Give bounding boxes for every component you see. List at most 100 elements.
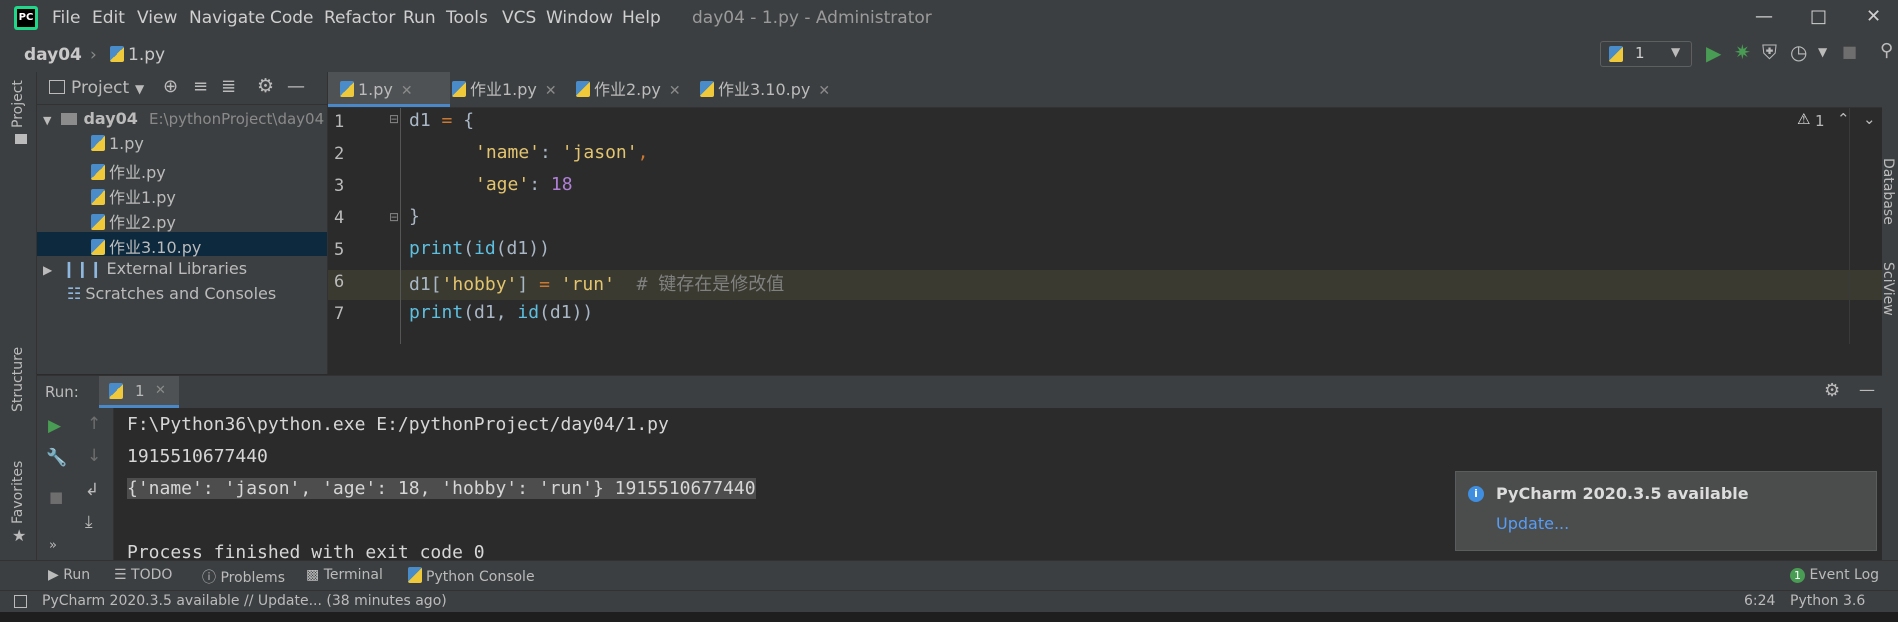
todo-tool-button[interactable]: ☰ TODO [114,567,172,583]
locate-target-icon[interactable]: ⊕ [163,76,178,97]
interpreter-indicator[interactable]: Python 3.6 [1790,593,1865,609]
tab-homework1-py[interactable]: 作业1.py ✕ [440,72,567,107]
code-token: : [540,142,562,163]
hide-panel-icon[interactable]: — [287,76,305,97]
tree-root-path: E:\pythonProject\day04 [149,110,325,128]
fold-icon[interactable]: ⊟ [389,210,399,224]
scroll-to-end-icon[interactable]: ⤓ [85,512,93,532]
profile-icon[interactable]: ◷ [1790,40,1807,64]
code-line-4: } [409,206,420,227]
update-link[interactable]: Update... [1496,514,1569,533]
line-number: 6 [334,272,345,292]
search-icon[interactable]: ⚲ [1880,40,1893,61]
menu-vcs[interactable]: VCS [502,8,536,28]
menu-file[interactable]: File [52,8,80,28]
tree-file-item[interactable]: 作业1.py [91,184,176,208]
gear-icon[interactable]: ⚙ [257,75,274,97]
close-icon[interactable]: ✕ [401,83,413,99]
close-icon[interactable]: ✕ [1866,6,1881,27]
stop-icon[interactable]: ■ [49,488,63,506]
menu-window[interactable]: Window [546,8,613,28]
menu-help[interactable]: Help [622,8,661,28]
code-token: } [409,206,420,227]
breadcrumb-project[interactable]: day04 [24,45,82,65]
breadcrumb-chevron-icon: › [90,45,97,65]
tree-file-item-selected[interactable]: 作业3.10.py [91,234,201,258]
gear-icon[interactable]: ⚙ [1824,380,1840,401]
expand-all-icon[interactable]: ≡ [193,76,208,97]
coverage-shield-icon[interactable]: ⛨ [1762,40,1777,64]
previous-highlight-icon[interactable]: ⌃ [1837,110,1850,128]
python-file-icon [576,81,590,97]
code-token: print [409,302,464,323]
soft-wrap-icon[interactable]: ↲ [85,480,99,500]
close-icon[interactable]: ✕ [818,83,830,99]
menu-navigate[interactable]: Navigate [189,8,265,28]
terminal-tool-button[interactable]: ▩ Terminal [306,567,383,583]
fold-icon[interactable]: ⊟ [389,112,399,126]
warning-icon[interactable]: ⚠ [1797,110,1810,128]
scratches-icon: ☷ [67,284,82,303]
minimize-icon[interactable]: — [1755,6,1773,27]
tree-file-item[interactable]: 1.py [91,134,144,153]
stop-icon[interactable]: ■ [1842,42,1857,61]
project-panel-header: Project ▼ ⊕ ≡ ≣ ⚙ — [37,72,327,105]
tree-file-item[interactable]: 作业2.py [91,209,176,233]
menu-code[interactable]: Code [270,8,314,28]
chevron-down-icon[interactable]: ▼ [135,82,144,96]
python-file-icon [700,81,714,97]
close-icon[interactable]: ✕ [155,383,166,398]
debug-bug-icon[interactable]: ✷ [1734,40,1751,64]
run-tab[interactable]: 1 ✕ [99,376,179,408]
menu-run[interactable]: Run [403,8,436,28]
next-highlight-icon[interactable]: ⌄ [1863,110,1876,128]
menu-tools[interactable]: Tools [446,8,488,28]
tab-label: 作业1.py [470,80,537,99]
sciview-tool-button[interactable]: SciView [1880,262,1896,316]
tree-scratches[interactable]: ☷ Scratches and Consoles [67,284,276,303]
tree-file-item[interactable]: 作业.py [91,159,166,183]
arrow-up-icon[interactable]: ↑ [87,414,101,434]
cursor-position[interactable]: 6:24 [1744,593,1775,609]
breadcrumb-file[interactable]: 1.py [110,45,165,65]
structure-tool-button[interactable]: Structure [10,347,26,412]
close-icon[interactable]: ✕ [669,83,681,99]
tree-file-label: 作业3.10.py [109,238,202,257]
menu-edit[interactable]: Edit [92,8,125,28]
menu-view[interactable]: View [137,8,177,28]
tab-homework3-10-py[interactable]: 作业3.10.py ✕ [688,72,840,107]
tree-root-day04[interactable]: ▼ day04 E:\pythonProject\day04 [43,109,324,128]
tab-homework2-py[interactable]: 作业2.py ✕ [564,72,691,107]
problems-tool-button[interactable]: ⓘ Problems [202,567,285,587]
hide-panel-icon[interactable]: — [1859,380,1875,399]
status-message[interactable]: PyCharm 2020.3.5 available // Update... … [42,593,447,609]
tab-1-py[interactable]: 1.py ✕ [328,72,450,107]
run-tab-label: 1 [135,382,145,400]
run-tool-button[interactable]: ▶ Run [48,567,90,583]
rerun-icon[interactable]: ▶ [48,416,61,436]
tab-label: 作业2.py [594,80,661,99]
more-run-chevron-down-icon[interactable]: ▼ [1818,45,1827,59]
tab-label: 作业3.10.py [718,80,811,99]
code-line-2: 'name': 'jason', [475,142,648,163]
menu-refactor[interactable]: Refactor [324,8,395,28]
project-view-select[interactable]: Project [71,78,129,98]
event-count-badge: 1 [1790,568,1805,583]
maximize-icon[interactable]: □ [1810,6,1827,27]
tool-windows-icon[interactable] [14,595,27,608]
close-icon[interactable]: ✕ [545,83,557,99]
database-tool-button[interactable]: Database [1880,158,1896,225]
project-tool-button[interactable]: Project [10,80,26,128]
collapse-all-icon[interactable]: ≣ [221,76,236,97]
code-token: (d1)) [495,238,550,259]
more-icon[interactable]: » [49,538,57,553]
event-log-tool-button[interactable]: 1 Event Log [1790,567,1879,583]
run-configuration-select[interactable]: 1 ▼ [1600,41,1692,67]
arrow-down-icon[interactable]: ↓ [87,446,101,466]
wrench-icon[interactable]: 🔧 [46,448,67,468]
python-console-tool-button[interactable]: Python Console [408,567,535,585]
tree-external-libraries[interactable]: ▶ ❙❙❙ External Libraries [43,259,247,278]
code-editor[interactable]: d1 = { 'name': 'jason', 'age': 18 } prin… [401,108,1876,344]
run-icon[interactable]: ▶ [1706,41,1721,65]
favorites-tool-button[interactable]: Favorites [10,461,26,524]
